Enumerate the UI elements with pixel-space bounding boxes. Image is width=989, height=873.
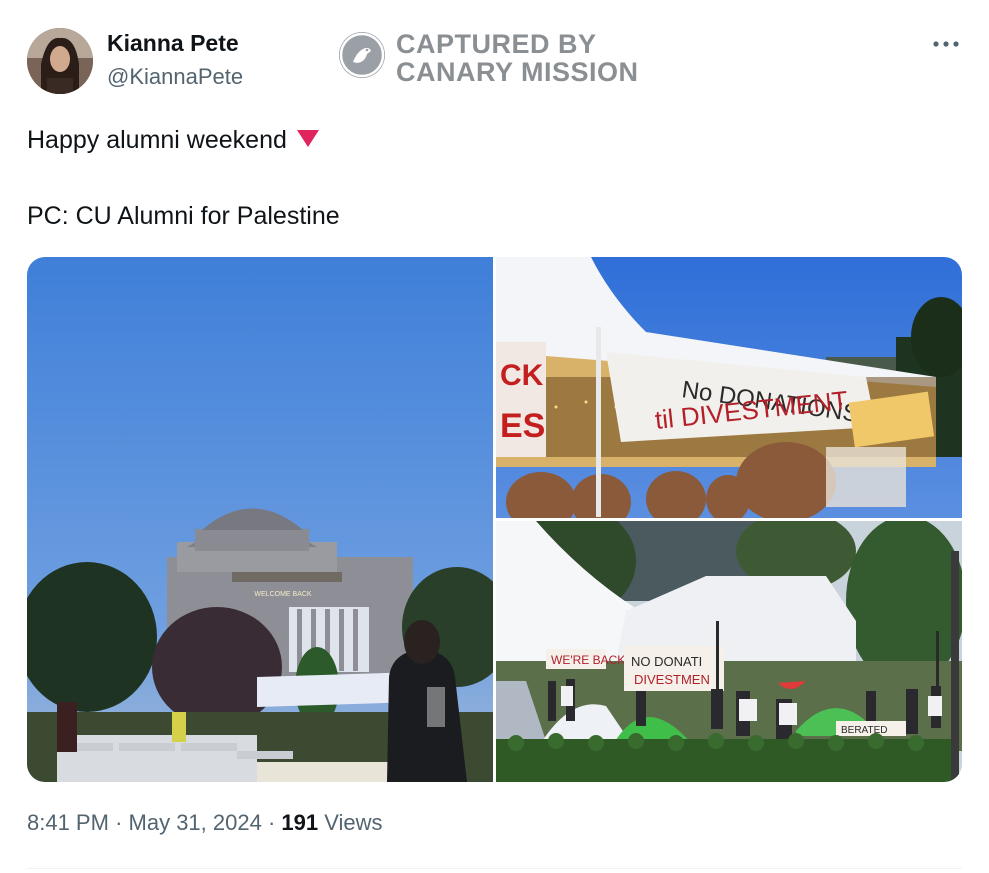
photo-2[interactable]: CK ES No DONATIONS til DIVESTMENT bbox=[496, 257, 962, 518]
photo3-banner-bottom: BERATED bbox=[841, 725, 888, 736]
tweet-meta: 8:41 PM · May 31, 2024 · 191 Views bbox=[27, 810, 383, 836]
avatar-image bbox=[27, 28, 93, 94]
canary-bird-icon bbox=[339, 32, 385, 78]
photo1-sign: WELCOME BACK bbox=[254, 591, 312, 598]
author-avatar[interactable] bbox=[27, 28, 93, 94]
photo2-sign-left-2: ES bbox=[500, 407, 545, 445]
tweet-date[interactable]: May 31, 2024 bbox=[129, 810, 262, 835]
views-label[interactable]: Views bbox=[324, 810, 382, 835]
more-options-button[interactable] bbox=[928, 30, 964, 58]
views-count[interactable]: 191 bbox=[281, 810, 318, 835]
meta-separator-2: · bbox=[267, 810, 276, 835]
tweet-text-content: Happy alumni weekend bbox=[27, 126, 287, 154]
author-handle[interactable]: @KiannaPete bbox=[107, 64, 243, 90]
tweet-text-line-1: Happy alumni weekend bbox=[27, 120, 321, 161]
media-grid: WELCOME BACK CK ES No DONATIONS til DIVE… bbox=[27, 257, 962, 782]
tweet-time[interactable]: 8:41 PM bbox=[27, 810, 109, 835]
watermark-line-1: CAPTURED BY bbox=[396, 29, 597, 59]
watermark-line-2: CANARY MISSION bbox=[396, 57, 639, 87]
divider bbox=[27, 868, 962, 869]
photo-1[interactable]: WELCOME BACK bbox=[27, 257, 493, 782]
red-heart-icon bbox=[295, 121, 321, 161]
photo2-sign-left-1: CK bbox=[500, 359, 544, 392]
photo3-banner-right-2: DIVESTMEN bbox=[634, 672, 710, 687]
photo3-banner-left: WE'RE BACK bbox=[551, 653, 625, 667]
watermark-text: CAPTURED BY CANARY MISSION bbox=[396, 30, 639, 86]
tweet-text-line-2: PC: CU Alumni for Palestine bbox=[27, 202, 340, 230]
more-horizontal-icon bbox=[933, 41, 959, 47]
author-name[interactable]: Kianna Pete bbox=[107, 30, 239, 57]
photo3-banner-right-1: NO DONATI bbox=[631, 654, 702, 669]
photo-3[interactable]: WE'RE BACK NO DONATI DIVESTMEN BERATED bbox=[496, 521, 962, 782]
meta-separator-1: · bbox=[115, 810, 123, 835]
